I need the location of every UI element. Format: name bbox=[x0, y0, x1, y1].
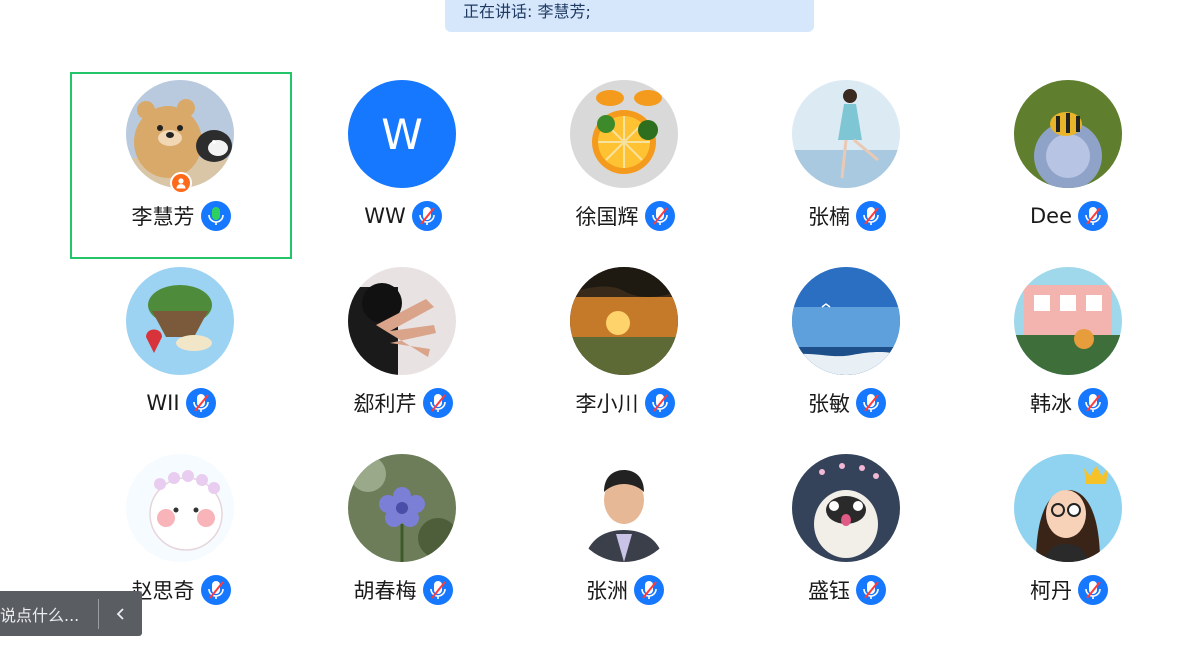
mic-muted-icon[interactable] bbox=[634, 575, 664, 605]
mic-muted-icon[interactable] bbox=[1078, 201, 1108, 231]
chat-placeholder: 说点什么... bbox=[0, 605, 80, 625]
participant-name: 李慧芳 bbox=[131, 205, 195, 229]
blue-flower-avatar bbox=[348, 454, 456, 562]
participant-tile[interactable]: 柯丹 bbox=[958, 446, 1180, 633]
chat-input[interactable]: 说点什么... bbox=[0, 591, 98, 636]
crown-girl-avatar bbox=[1014, 454, 1122, 562]
participant-name: 盛钰 bbox=[808, 579, 850, 603]
participant-tile[interactable]: W WW bbox=[292, 72, 514, 259]
participant-name-row: 郄利芹 bbox=[292, 387, 514, 419]
bee-flower-avatar bbox=[1014, 80, 1122, 188]
mic-muted-icon[interactable] bbox=[1078, 575, 1108, 605]
participant-tile[interactable]: 盛钰 bbox=[736, 446, 958, 633]
mic-muted-icon[interactable] bbox=[200, 575, 231, 605]
mic-muted-icon[interactable] bbox=[856, 201, 886, 231]
participant-name: 郄利芹 bbox=[353, 392, 417, 416]
speaking-banner: 正在讲话: 李慧芳; bbox=[445, 0, 814, 32]
participant-tile[interactable]: 张洲 bbox=[514, 446, 736, 633]
participant-grid: 李慧芳 W WW 徐国辉 张楠 Dee WII 郄利芹 李小川 张敏 韩冰 赵思… bbox=[70, 72, 1180, 633]
participant-name-row: 李慧芳 bbox=[72, 200, 290, 232]
participant-name-row: 张敏 bbox=[736, 387, 958, 419]
sunset-avatar bbox=[570, 267, 678, 375]
mic-muted-icon[interactable] bbox=[856, 575, 886, 605]
sea-sky-avatar bbox=[792, 267, 900, 375]
participant-name-row: 韩冰 bbox=[958, 387, 1180, 419]
participant-name: 张洲 bbox=[586, 579, 628, 603]
floating-island-avatar bbox=[126, 267, 234, 375]
mic-muted-icon[interactable] bbox=[422, 575, 453, 605]
host-badge-icon bbox=[170, 172, 192, 194]
man-portrait-avatar bbox=[570, 454, 678, 562]
avatar-letter: W bbox=[381, 109, 423, 159]
letter-avatar: W bbox=[348, 80, 456, 188]
mic-active-icon[interactable] bbox=[200, 201, 231, 231]
participant-name: WII bbox=[146, 391, 180, 415]
participant-tile[interactable]: 韩冰 bbox=[958, 259, 1180, 446]
participant-name: WW bbox=[364, 204, 406, 228]
mic-muted-icon[interactable] bbox=[411, 201, 442, 231]
mic-muted-icon[interactable] bbox=[644, 201, 675, 231]
participant-name: 张敏 bbox=[808, 392, 850, 416]
participant-name: 张楠 bbox=[808, 205, 850, 229]
participant-tile[interactable]: Dee bbox=[958, 72, 1180, 259]
chevron-left-icon[interactable] bbox=[99, 591, 142, 636]
participant-name-row: 李小川 bbox=[514, 387, 736, 419]
participant-name: 李小川 bbox=[575, 392, 639, 416]
cute-cartoon-avatar bbox=[126, 454, 234, 562]
participant-tile[interactable]: 张敏 bbox=[736, 259, 958, 446]
participant-name-row: 徐国辉 bbox=[514, 200, 736, 232]
participant-tile[interactable]: 张楠 bbox=[736, 72, 958, 259]
participant-name-row: Dee bbox=[958, 200, 1180, 232]
hand-photo-avatar bbox=[348, 267, 456, 375]
participant-name-row: 盛钰 bbox=[736, 574, 958, 606]
participant-name-row: 张洲 bbox=[514, 574, 736, 606]
orange-fruit-avatar bbox=[570, 80, 678, 188]
girl-water-avatar bbox=[792, 80, 900, 188]
participant-tile[interactable]: 郄利芹 bbox=[292, 259, 514, 446]
mic-muted-icon[interactable] bbox=[856, 388, 886, 418]
mic-muted-icon[interactable] bbox=[644, 388, 675, 418]
participant-name-row: WII bbox=[70, 387, 292, 419]
participant-tile-active[interactable]: 李慧芳 bbox=[70, 72, 292, 259]
participant-name: 柯丹 bbox=[1030, 579, 1072, 603]
participant-tile[interactable]: WII bbox=[70, 259, 292, 446]
mic-muted-icon[interactable] bbox=[422, 388, 453, 418]
participant-name-row: 柯丹 bbox=[958, 574, 1180, 606]
participant-name-row: 张楠 bbox=[736, 200, 958, 232]
participant-name: 胡春梅 bbox=[353, 579, 417, 603]
participant-name-row: 胡春梅 bbox=[292, 574, 514, 606]
participant-name: Dee bbox=[1029, 204, 1072, 228]
pug-avatar bbox=[792, 454, 900, 562]
participant-name: 徐国辉 bbox=[575, 205, 639, 229]
participant-name: 韩冰 bbox=[1030, 392, 1072, 416]
participant-name-row: WW bbox=[292, 200, 514, 232]
participant-tile[interactable]: 胡春梅 bbox=[292, 446, 514, 633]
participant-tile[interactable]: 徐国辉 bbox=[514, 72, 736, 259]
speaking-text: 正在讲话: 李慧芳; bbox=[463, 2, 591, 21]
chat-bar: 说点什么... bbox=[0, 591, 142, 636]
mic-muted-icon[interactable] bbox=[1078, 388, 1108, 418]
cafe-illustration-avatar bbox=[1014, 267, 1122, 375]
participant-tile[interactable]: 李小川 bbox=[514, 259, 736, 446]
mic-muted-icon[interactable] bbox=[185, 388, 216, 418]
